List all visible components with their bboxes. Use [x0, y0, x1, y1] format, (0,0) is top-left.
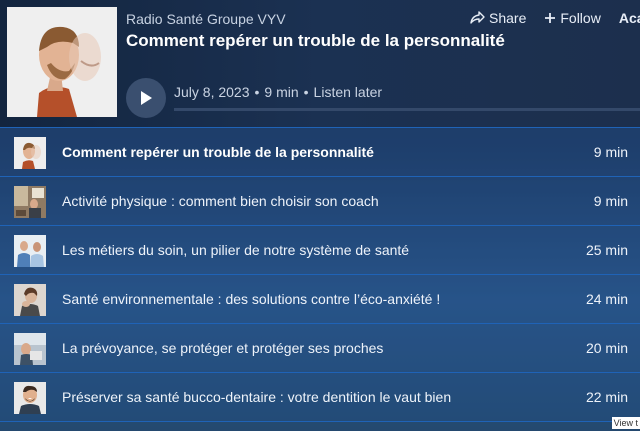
- follow-label: Follow: [560, 10, 601, 26]
- episode-list: Comment repérer un trouble de la personn…: [0, 127, 640, 422]
- play-icon: [141, 91, 152, 105]
- episode-row[interactable]: Santé environnementale : des solutions c…: [0, 274, 640, 323]
- meta-separator: •: [254, 84, 260, 100]
- episode-thumbnail: [14, 137, 46, 169]
- third-action-label: Aca: [618, 10, 640, 26]
- episode-row-title: Activité physique : comment bien choisir…: [62, 193, 379, 209]
- episode-row[interactable]: Activité physique : comment bien choisir…: [0, 176, 640, 225]
- episode-row-title: Les métiers du soin, un pilier de notre …: [62, 242, 410, 258]
- episode-thumbnail: [14, 235, 46, 267]
- share-button[interactable]: Share: [470, 10, 526, 26]
- plus-icon: [545, 13, 556, 23]
- episode-cover-image: [7, 7, 117, 117]
- episode-row-duration: 9 min: [593, 193, 628, 209]
- episode-thumbnail: [14, 284, 46, 316]
- episode-row-title: Santé environnementale : des solutions c…: [62, 291, 441, 307]
- episode-duration: 9 min: [264, 84, 299, 100]
- player-header: Radio Santé Groupe VYV Comment repérer u…: [0, 0, 640, 127]
- follow-button[interactable]: Follow: [544, 10, 601, 26]
- header-actions: Share Follow Aca: [470, 10, 640, 26]
- podcast-creator[interactable]: Radio Santé Groupe VYV: [126, 11, 286, 27]
- episode-row-title: Comment repérer un trouble de la personn…: [62, 144, 374, 160]
- episode-date: July 8, 2023: [174, 84, 250, 100]
- third-action-button[interactable]: Aca: [619, 10, 640, 26]
- episode-row[interactable]: La prévoyance, se protéger et protéger s…: [0, 323, 640, 372]
- episode-row-duration: 22 min: [585, 389, 628, 405]
- play-button[interactable]: [126, 78, 166, 118]
- episode-row[interactable]: Préserver sa santé bucco-dentaire : votr…: [0, 372, 640, 422]
- episode-row-duration: 24 min: [585, 291, 628, 307]
- episode-thumbnail: [14, 382, 46, 414]
- episode-row-duration: 20 min: [585, 340, 628, 356]
- share-label: Share: [489, 10, 527, 26]
- episode-thumbnail: [14, 186, 46, 218]
- episode-row-title: Préserver sa santé bucco-dentaire : votr…: [62, 389, 452, 405]
- episode-row[interactable]: Les métiers du soin, un pilier de notre …: [0, 225, 640, 274]
- share-icon: [470, 11, 485, 24]
- man-profile-illustration: [7, 7, 117, 117]
- episode-row-duration: 25 min: [585, 242, 628, 258]
- episode-meta: July 8, 2023 • 9 min • Listen later: [174, 84, 382, 100]
- listen-later-button[interactable]: Listen later: [314, 84, 382, 100]
- episode-row-title: La prévoyance, se protéger et protéger s…: [62, 340, 384, 356]
- progress-bar[interactable]: [174, 108, 640, 111]
- episode-row-duration: 9 min: [593, 144, 628, 160]
- meta-separator: •: [303, 84, 309, 100]
- view-badge[interactable]: View t: [611, 417, 640, 429]
- episode-title[interactable]: Comment repérer un trouble de la personn…: [126, 31, 505, 51]
- episode-thumbnail: [14, 333, 46, 365]
- episode-row[interactable]: Comment repérer un trouble de la personn…: [0, 127, 640, 176]
